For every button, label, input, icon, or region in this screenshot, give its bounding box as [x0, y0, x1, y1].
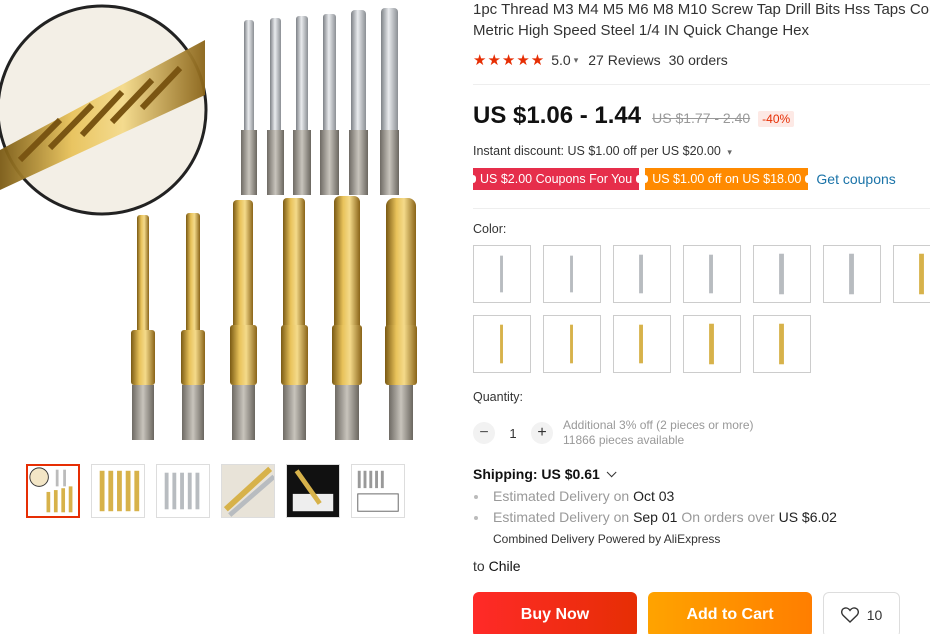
- color-swatch[interactable]: [683, 245, 741, 303]
- color-swatch[interactable]: [823, 245, 881, 303]
- color-swatch[interactable]: [543, 315, 601, 373]
- thumbnail[interactable]: [156, 464, 210, 518]
- star-rating-icon: ★★★★★: [473, 52, 546, 69]
- quantity-label: Quantity:: [473, 390, 524, 404]
- rating-row: ★★★★★ 5.0 ▾ 27 Reviews 30 orders: [473, 49, 930, 71]
- instant-discount[interactable]: Instant discount: US $1.00 off per US $2…: [473, 144, 732, 158]
- original-price: US $1.77 - 2.40: [652, 110, 751, 126]
- delivery-prefix: Estimated Delivery on: [493, 509, 630, 525]
- delivery-date: Sep 01: [633, 509, 678, 525]
- bulk-discount-note: Additional 3% off (2 pieces or more): [563, 418, 754, 432]
- add-to-cart-button[interactable]: Add to Cart: [648, 592, 812, 634]
- coupon-store[interactable]: US $2.00 Coupons For You: [469, 168, 643, 190]
- ship-to-prefix: to: [473, 558, 485, 574]
- quantity-increase-button[interactable]: +: [531, 422, 553, 444]
- shipping-price: Shipping: US $0.61: [473, 466, 600, 482]
- instant-discount-text: Instant discount: US $1.00 off per US $2…: [473, 144, 721, 158]
- color-swatch[interactable]: [753, 245, 811, 303]
- thumbnail[interactable]: [221, 464, 275, 518]
- wishlist-count: 10: [866, 607, 883, 623]
- delivery-date: Oct 03: [633, 488, 675, 504]
- estimated-delivery: Estimated Delivery on Sep 01 On orders o…: [474, 509, 837, 525]
- silver-bits: [241, 8, 399, 195]
- chevron-down-icon: [606, 466, 617, 477]
- thumbnail[interactable]: [351, 464, 405, 518]
- coupons-row: US $2.00 Coupons For You US $1.00 off on…: [469, 168, 896, 190]
- wishlist-button[interactable]: 10: [823, 592, 900, 634]
- discount-badge: -40%: [758, 111, 795, 127]
- main-product-image[interactable]: [0, 0, 445, 452]
- shipping-selector[interactable]: Shipping: US $0.61: [473, 466, 617, 482]
- color-swatch[interactable]: [613, 245, 671, 303]
- zoom-detail-circle: [0, 4, 208, 216]
- rating-value[interactable]: 5.0: [551, 52, 570, 68]
- product-info: 1pc Thread M3 M4 M5 M6 M8 M10 Screw Tap …: [469, 0, 930, 634]
- quantity-notes: Additional 3% off (2 pieces or more) 118…: [563, 418, 754, 448]
- chevron-down-icon[interactable]: ▾: [574, 55, 579, 66]
- estimated-delivery: Estimated Delivery on Oct 03: [473, 488, 675, 504]
- color-swatch[interactable]: [543, 245, 601, 303]
- get-coupons-link[interactable]: Get coupons: [816, 171, 895, 187]
- delivery-condition: On orders over: [681, 509, 775, 525]
- color-swatch[interactable]: [893, 245, 930, 303]
- delivery-threshold: US $6.02: [778, 509, 837, 525]
- thumbnail[interactable]: [91, 464, 145, 518]
- title-line: 1pc Thread M3 M4 M5 M6 M8 M10 Screw Tap …: [473, 1, 930, 18]
- coupon-select[interactable]: US $1.00 off on US $18.00: [642, 168, 812, 190]
- color-label: Color:: [473, 222, 507, 236]
- divider: [473, 84, 930, 85]
- drill-bits-photo: [0, 4, 417, 440]
- thumbnail-strip: [26, 464, 405, 518]
- color-swatch[interactable]: [473, 245, 531, 303]
- color-swatch[interactable]: [753, 315, 811, 373]
- thumbnail[interactable]: [26, 464, 80, 518]
- quantity-input[interactable]: 1: [495, 426, 531, 441]
- price-row: US $1.06 - 1.44 US $1.77 - 2.40 -40%: [473, 102, 795, 130]
- chevron-down-icon: ▾: [727, 147, 732, 157]
- delivery-prefix: Estimated Delivery on: [493, 488, 630, 504]
- color-swatch[interactable]: [683, 315, 741, 373]
- product-title: 1pc Thread M3 M4 M5 M6 M8 M10 Screw Tap …: [473, 0, 930, 41]
- color-swatch[interactable]: [473, 315, 531, 373]
- thumbnail[interactable]: [286, 464, 340, 518]
- orders-count: 30 orders: [668, 52, 728, 68]
- reviews-link[interactable]: 27 Reviews: [588, 52, 660, 68]
- ship-to-country[interactable]: Chile: [489, 558, 521, 574]
- gold-bits: [131, 196, 417, 440]
- current-price: US $1.06 - 1.44: [473, 102, 642, 129]
- quantity-decrease-button[interactable]: −: [473, 422, 495, 444]
- divider: [473, 208, 930, 209]
- combined-delivery: Combined Delivery Powered by AliExpress: [493, 532, 721, 546]
- heart-icon: [840, 607, 859, 623]
- color-swatch[interactable]: [613, 315, 671, 373]
- title-line: Metric High Speed Steel 1/4 IN Quick Cha…: [473, 22, 809, 39]
- quantity-row: − 1 + Additional 3% off (2 pieces or mor…: [473, 418, 754, 448]
- ship-to: to Chile: [473, 558, 520, 574]
- buy-now-button[interactable]: Buy Now: [473, 592, 637, 634]
- stock-available: 11866 pieces available: [563, 433, 685, 447]
